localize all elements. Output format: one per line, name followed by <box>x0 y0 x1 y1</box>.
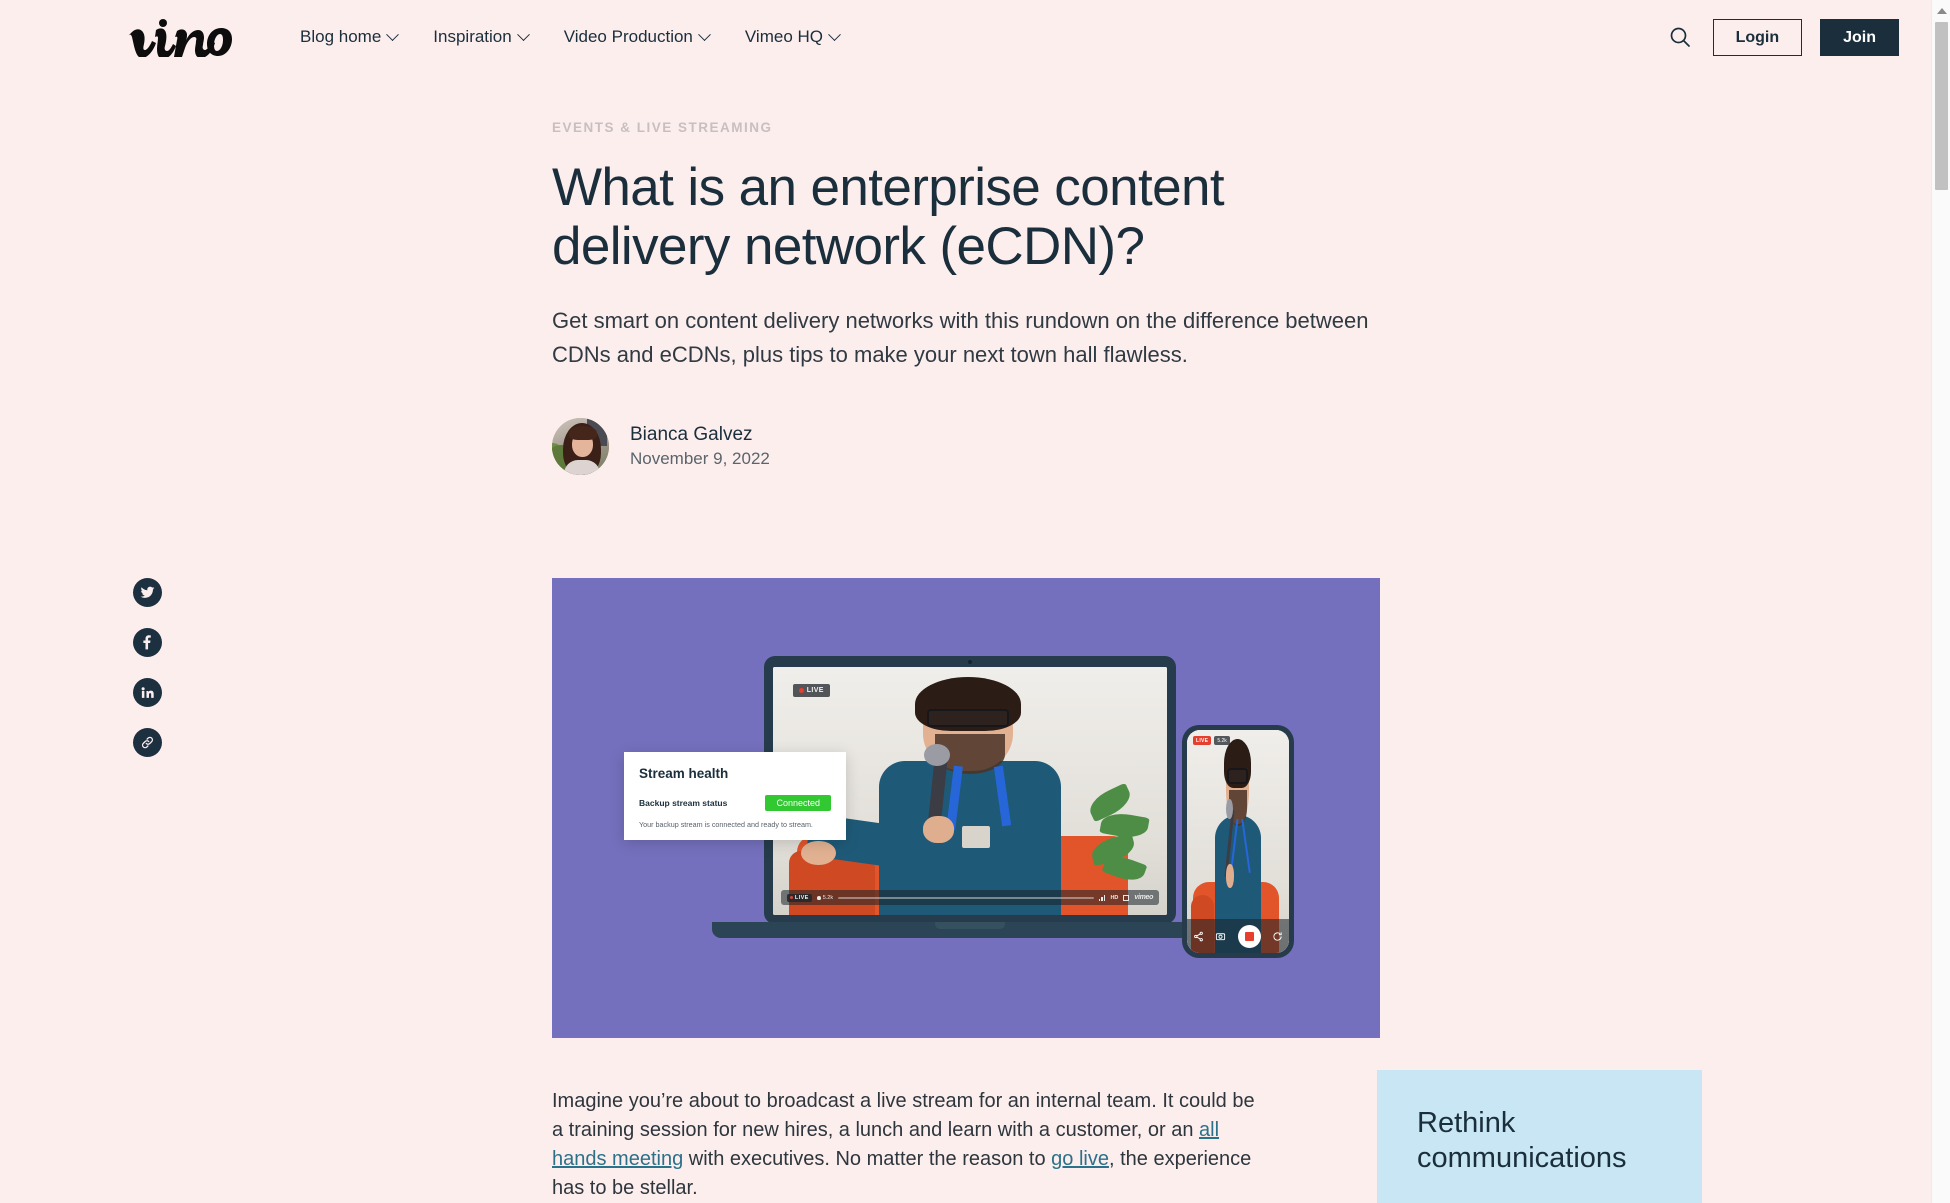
phone-screen: LIVE 5.2k <box>1187 730 1289 953</box>
byline: Bianca Galvez November 9, 2022 <box>552 417 1382 475</box>
phone-viewer-count: 5.2k <box>1214 736 1230 745</box>
nav-item-blog-home[interactable]: Blog home <box>300 27 400 47</box>
backup-stream-status-label: Backup stream status <box>639 798 728 808</box>
published-date: November 9, 2022 <box>630 448 770 468</box>
page-title: What is an enterprise content delivery n… <box>552 158 1225 277</box>
promo-title: Rethink communications <box>1417 1107 1627 1175</box>
quality-label[interactable]: HD <box>1110 895 1118 901</box>
scrollbar-thumb[interactable] <box>1935 22 1948 190</box>
phone-capture-controls <box>1187 919 1289 953</box>
phone-live-label: LIVE <box>1193 736 1212 745</box>
scroll-up-arrow-icon <box>1936 7 1947 14</box>
viewer-count-label: 5.2k <box>822 894 834 901</box>
signal-bars-icon[interactable] <box>1098 894 1106 901</box>
blog-article-page: Blog home Inspiration Video Production V… <box>0 0 1950 1203</box>
twitter-icon <box>140 586 155 598</box>
chevron-down-icon <box>828 27 841 41</box>
live-badge-label: LIVE <box>806 687 824 695</box>
vimeo-logo[interactable] <box>128 15 244 59</box>
join-button[interactable]: Join <box>1820 18 1899 56</box>
fullscreen-icon[interactable] <box>1123 894 1130 901</box>
person-icon <box>816 895 821 900</box>
article-header: EVENTS & LIVE STREAMING What is an enter… <box>552 120 1382 475</box>
byline-text: Bianca Galvez November 9, 2022 <box>630 422 770 471</box>
avatar <box>552 417 609 475</box>
viewer-count: 5.2k <box>816 894 834 901</box>
live-dot-icon <box>789 896 793 900</box>
player-live-badge: LIVE <box>786 893 812 902</box>
page-scrollbar[interactable] <box>1931 0 1950 1203</box>
paragraph-part: with executives. No matter the reason to <box>683 1148 1052 1170</box>
article-body-paragraph: Imagine you’re about to broadcast a live… <box>552 1087 1267 1203</box>
live-badge: LIVE <box>792 684 830 698</box>
article-category[interactable]: EVENTS & LIVE STREAMING <box>552 120 1382 135</box>
primary-nav: Blog home Inspiration Video Production V… <box>300 27 841 47</box>
nav-item-inspiration[interactable]: Inspiration <box>433 27 530 47</box>
search-icon <box>1670 27 1690 47</box>
stream-health-title: Stream health <box>639 766 729 781</box>
share-twitter-button[interactable] <box>133 578 162 607</box>
article-dek: Get smart on content delivery networks w… <box>552 307 1369 367</box>
share-linkedin-button[interactable] <box>133 678 162 707</box>
scroll-up-button[interactable] <box>1932 2 1950 19</box>
stream-health-card: Stream health Backup stream status Conne… <box>624 752 846 840</box>
login-button[interactable]: Login <box>1712 18 1803 56</box>
nav-item-video-production[interactable]: Video Production <box>563 27 711 47</box>
promo-card[interactable]: Rethink communications <box>1377 1070 1702 1203</box>
search-button[interactable] <box>1665 22 1695 52</box>
author-name[interactable]: Bianca Galvez <box>630 422 770 448</box>
nav-label: Blog home <box>300 27 382 46</box>
site-header: Blog home Inspiration Video Production V… <box>0 0 1931 74</box>
header-actions: Login Join <box>1665 18 1899 56</box>
vimeo-watermark: vimeo <box>1134 894 1154 902</box>
chevron-down-icon <box>698 27 711 41</box>
chevron-down-icon <box>516 27 530 41</box>
player-live-label: LIVE <box>794 894 809 901</box>
link-icon <box>142 736 153 749</box>
nav-item-vimeo-hq[interactable]: Vimeo HQ <box>744 27 841 47</box>
nav-label: Inspiration <box>433 27 512 46</box>
paragraph-part: Imagine you’re about to broadcast a live… <box>552 1090 1255 1141</box>
nav-label: Vimeo HQ <box>744 27 823 46</box>
chevron-down-icon <box>386 27 400 41</box>
share-copy-link-button[interactable] <box>133 728 162 757</box>
linkedin-icon <box>141 687 154 698</box>
camera-flip-icon[interactable] <box>1215 931 1226 942</box>
go-live-link[interactable]: go live <box>1051 1148 1109 1170</box>
stream-health-note: Your backup stream is connected and read… <box>639 820 813 829</box>
rotate-camera-icon[interactable] <box>1272 931 1283 942</box>
nav-label: Video Production <box>563 27 693 46</box>
record-button[interactable] <box>1237 924 1261 948</box>
laptop-camera-icon <box>968 660 972 664</box>
share-rail <box>133 578 162 757</box>
progress-track[interactable] <box>838 896 1094 899</box>
share-icon[interactable] <box>1193 931 1204 942</box>
live-dot-icon <box>798 688 804 694</box>
laptop-notch <box>934 922 1005 929</box>
plant-decoration <box>1085 781 1151 886</box>
facebook-icon <box>143 635 151 650</box>
video-player-controls[interactable]: LIVE 5.2k HD vimeo <box>780 890 1160 906</box>
share-facebook-button[interactable] <box>133 628 162 657</box>
status-badge: Connected <box>765 795 831 811</box>
player-right-controls: HD vimeo <box>1098 894 1154 902</box>
phone-mockup: LIVE 5.2k <box>1182 725 1294 958</box>
stream-health-row: Backup stream status Connected <box>639 795 831 811</box>
phone-live-badges: LIVE 5.2k <box>1193 736 1230 745</box>
record-stop-icon <box>1244 931 1254 941</box>
hero-image: LIVE LIVE 5.2k HD vimeo LIVE 5.2k Stream… <box>552 578 1380 1038</box>
